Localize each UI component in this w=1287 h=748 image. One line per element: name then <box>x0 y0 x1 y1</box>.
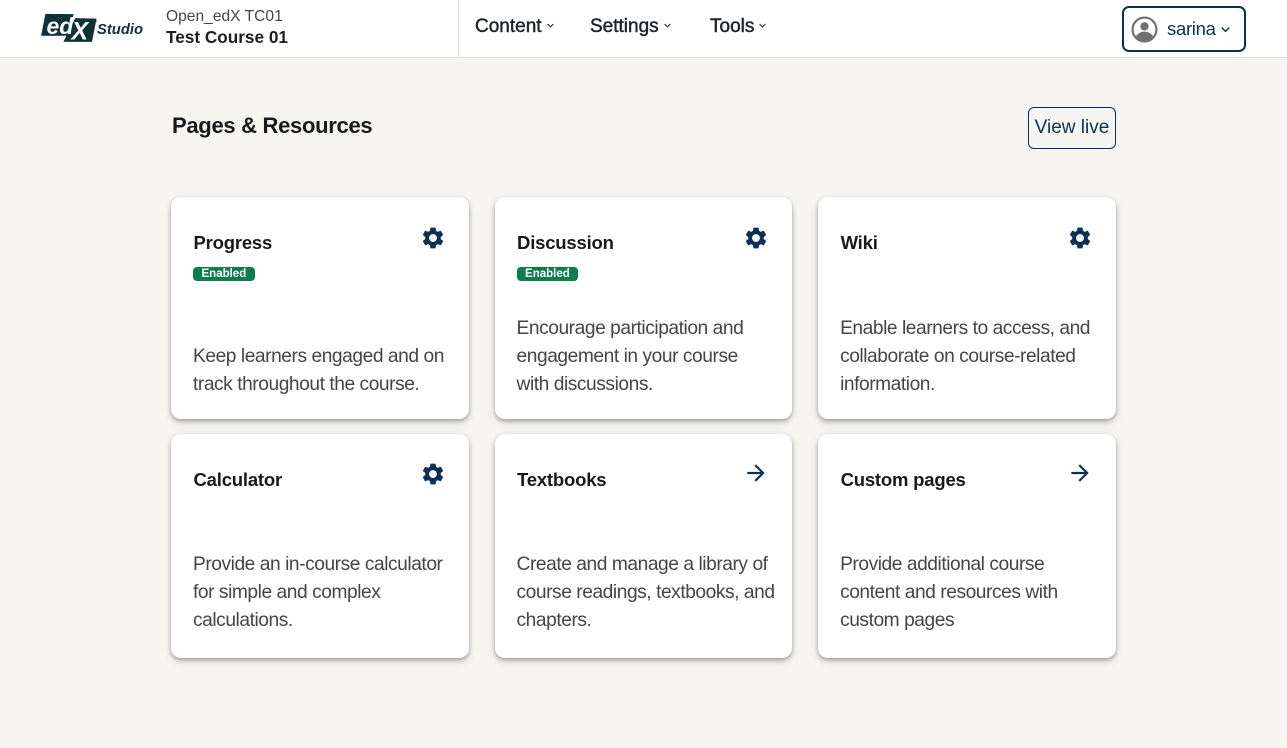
svg-text:Studio: Studio <box>97 22 143 38</box>
svg-text:X: X <box>70 17 90 45</box>
svg-text:ed: ed <box>47 13 75 39</box>
